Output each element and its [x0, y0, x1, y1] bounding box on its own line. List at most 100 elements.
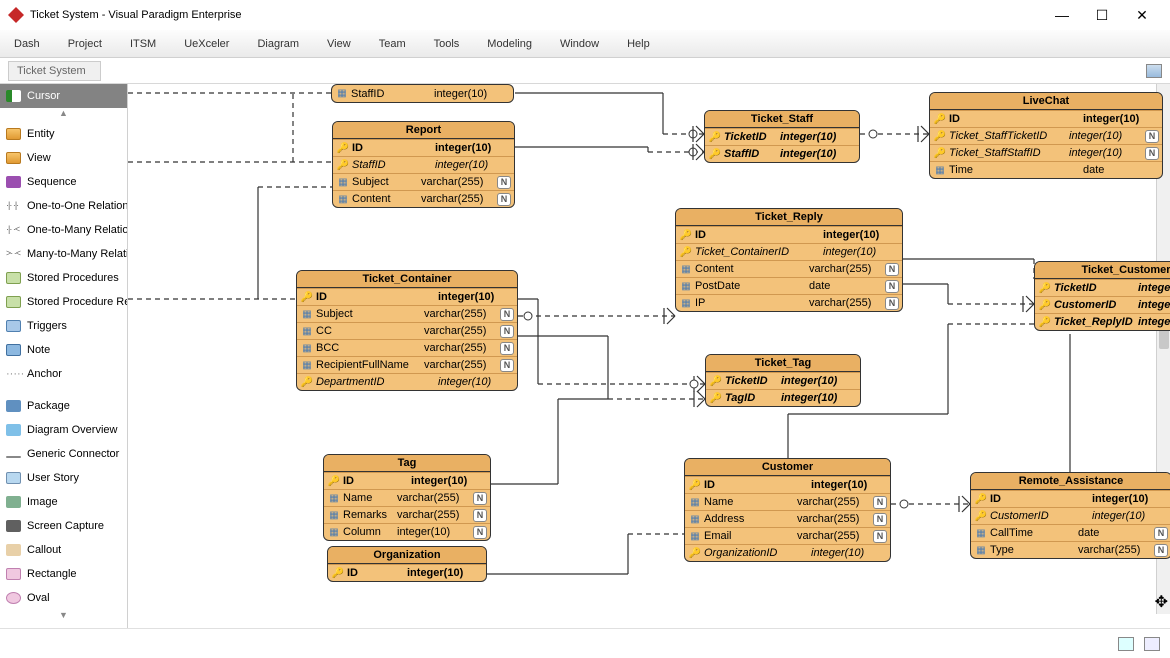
menu-help[interactable]: Help [627, 38, 650, 50]
entity-column[interactable]: ▦Columninteger(10)N [324, 523, 490, 540]
palette-many-to-many-relationship[interactable]: >· ·<Many-to-Many Relationship [0, 242, 127, 266]
entity-column[interactable]: ▦IPvarchar(255)N [676, 294, 902, 311]
entity-column[interactable]: 🔑TicketIDinteger(10) [705, 128, 859, 145]
menu-uexceler[interactable]: UeXceler [184, 38, 229, 50]
palette-generic-connector[interactable]: Generic Connector [0, 442, 127, 466]
entity-column[interactable]: 🔑Ticket_ReplyIDinteger(10) [1035, 313, 1170, 330]
entity-staff_frag[interactable]: ▦StaffIDinteger(10) [331, 84, 514, 103]
menu-window[interactable]: Window [560, 38, 599, 50]
palette-entity[interactable]: Entity [0, 122, 127, 146]
palette-one-to-many-relationship[interactable]: ·|· ·<One-to-Many Relationship [0, 218, 127, 242]
menu-view[interactable]: View [327, 38, 351, 50]
palette-user-story[interactable]: User Story [0, 466, 127, 490]
entity-ticket_tag[interactable]: Ticket_Tag🔑TicketIDinteger(10)🔑TagIDinte… [705, 354, 861, 407]
entity-remote_assistance[interactable]: Remote_Assistance🔑IDinteger(10)🔑Customer… [970, 472, 1170, 559]
palette-triggers[interactable]: Triggers [0, 314, 127, 338]
entity-column[interactable]: 🔑CustomerIDinteger(10) [1035, 296, 1170, 313]
breadcrumb-item[interactable]: Ticket System [8, 61, 101, 81]
palette-diagram-overview[interactable]: Diagram Overview [0, 418, 127, 442]
entity-column[interactable]: 🔑TagIDinteger(10) [706, 389, 860, 406]
entity-column[interactable]: ▦Subjectvarchar(255)N [297, 305, 517, 322]
diagram-canvas[interactable]: ✥ ▦StaffIDinteger(10)Report🔑IDinteger(10… [128, 84, 1170, 628]
entity-column[interactable]: 🔑IDinteger(10) [297, 288, 517, 305]
entity-column[interactable]: 🔑DepartmentIDinteger(10) [297, 373, 517, 390]
entity-column[interactable]: ▦Contentvarchar(255)N [333, 190, 514, 207]
menu-tools[interactable]: Tools [434, 38, 460, 50]
palette-callout[interactable]: Callout [0, 538, 127, 562]
entity-column[interactable]: 🔑IDinteger(10) [324, 472, 490, 489]
palette-sequence[interactable]: Sequence [0, 170, 127, 194]
entity-column[interactable]: 🔑IDinteger(10) [971, 490, 1170, 507]
status-icon[interactable] [1118, 637, 1134, 651]
entity-tag[interactable]: Tag🔑IDinteger(10)▦Namevarchar(255)N▦Rema… [323, 454, 491, 541]
menu-team[interactable]: Team [379, 38, 406, 50]
entity-column[interactable]: 🔑TicketIDinteger(10) [1035, 279, 1170, 296]
entity-report[interactable]: Report🔑IDinteger(10)🔑StaffIDinteger(10)▦… [332, 121, 515, 208]
expand-icon[interactable]: ▼ [0, 610, 127, 624]
entity-column[interactable]: 🔑OrganizationIDinteger(10) [685, 544, 890, 561]
entity-column[interactable]: ▦BCCvarchar(255)N [297, 339, 517, 356]
pan-icon[interactable]: ✥ [1155, 592, 1168, 612]
menu-itsm[interactable]: ITSM [130, 38, 156, 50]
entity-column[interactable]: ▦Namevarchar(255)N [685, 493, 890, 510]
maximize-button[interactable]: ☐ [1082, 0, 1122, 30]
entity-ticket_reply[interactable]: Ticket_Reply🔑IDinteger(10)🔑Ticket_Contai… [675, 208, 903, 312]
entity-column[interactable]: ▦Subjectvarchar(255)N [333, 173, 514, 190]
entity-ticket_container[interactable]: Ticket_Container🔑IDinteger(10)▦Subjectva… [296, 270, 518, 391]
menu-modeling[interactable]: Modeling [487, 38, 532, 50]
column-icon: ▦ [327, 493, 341, 504]
close-button[interactable]: ✕ [1122, 0, 1162, 30]
toolbar-icon[interactable] [1146, 64, 1162, 78]
entity-column[interactable]: ▦Namevarchar(255)N [324, 489, 490, 506]
entity-column[interactable]: 🔑StaffIDinteger(10) [705, 145, 859, 162]
palette-view[interactable]: View [0, 146, 127, 170]
entity-column[interactable]: ▦RecipientFullNamevarchar(255)N [297, 356, 517, 373]
column-name: OrganizationID [702, 547, 811, 559]
palette-note[interactable]: Note [0, 338, 127, 362]
palette-stored-procedures[interactable]: Stored Procedures [0, 266, 127, 290]
entity-column[interactable]: ▦Contentvarchar(255)N [676, 260, 902, 277]
entity-organization[interactable]: Organization🔑IDinteger(10) [327, 546, 487, 582]
entity-livechat[interactable]: LiveChat🔑IDinteger(10)🔑Ticket_StaffTicke… [929, 92, 1163, 179]
column-name: CustomerID [1052, 299, 1138, 311]
entity-column[interactable]: 🔑IDinteger(10) [685, 476, 890, 493]
palette-package[interactable]: Package [0, 394, 127, 418]
palette-anchor[interactable]: ·····Anchor [0, 362, 127, 386]
menu-project[interactable]: Project [68, 38, 102, 50]
menu-diagram[interactable]: Diagram [257, 38, 299, 50]
status-icon[interactable] [1144, 637, 1160, 651]
entity-column[interactable]: ▦Emailvarchar(255)N [685, 527, 890, 544]
menu-dash[interactable]: Dash [14, 38, 40, 50]
palette-screen-capture[interactable]: Screen Capture [0, 514, 127, 538]
entity-column[interactable]: 🔑Ticket_StaffStaffIDinteger(10)N [930, 144, 1162, 161]
entity-column[interactable]: 🔑StaffIDinteger(10) [333, 156, 514, 173]
palette-oval[interactable]: Oval [0, 586, 127, 610]
entity-column[interactable]: 🔑IDinteger(10) [328, 564, 486, 581]
palette-cursor[interactable]: Cursor [0, 84, 127, 108]
entity-header: Report [333, 122, 514, 139]
entity-column[interactable]: ▦Addressvarchar(255)N [685, 510, 890, 527]
entity-column[interactable]: ▦PostDatedateN [676, 277, 902, 294]
palette-one-to-one-relationship[interactable]: ·|· ·|·One-to-One Relationship [0, 194, 127, 218]
entity-column[interactable]: 🔑Ticket_ContainerIDinteger(10) [676, 243, 902, 260]
entity-column[interactable]: ▦Typevarchar(255)N [971, 541, 1170, 558]
entity-column[interactable]: 🔑IDinteger(10) [333, 139, 514, 156]
entity-column[interactable]: 🔑IDinteger(10) [676, 226, 902, 243]
entity-ticket_staff[interactable]: Ticket_Staff🔑TicketIDinteger(10)🔑StaffID… [704, 110, 860, 163]
entity-column[interactable]: ▦StaffIDinteger(10) [332, 85, 513, 102]
palette-image[interactable]: Image [0, 490, 127, 514]
entity-column[interactable]: 🔑IDinteger(10) [930, 110, 1162, 127]
entity-column[interactable]: 🔑Ticket_StaffTicketIDinteger(10)N [930, 127, 1162, 144]
entity-column[interactable]: ▦CCvarchar(255)N [297, 322, 517, 339]
entity-column[interactable]: 🔑TicketIDinteger(10) [706, 372, 860, 389]
entity-ticket_customer[interactable]: Ticket_Customer🔑TicketIDinteger(10)🔑Cust… [1034, 261, 1170, 331]
palette-stored-procedure-resultset[interactable]: Stored Procedure Resultset [0, 290, 127, 314]
entity-column[interactable]: 🔑CustomerIDinteger(10) [971, 507, 1170, 524]
collapse-icon[interactable]: ▲ [0, 108, 127, 122]
entity-customer[interactable]: Customer🔑IDinteger(10)▦Namevarchar(255)N… [684, 458, 891, 562]
entity-column[interactable]: ▦CallTimedateN [971, 524, 1170, 541]
palette-rectangle[interactable]: Rectangle [0, 562, 127, 586]
entity-column[interactable]: ▦Remarksvarchar(255)N [324, 506, 490, 523]
minimize-button[interactable]: — [1042, 0, 1082, 30]
entity-column[interactable]: ▦Timedate [930, 161, 1162, 178]
